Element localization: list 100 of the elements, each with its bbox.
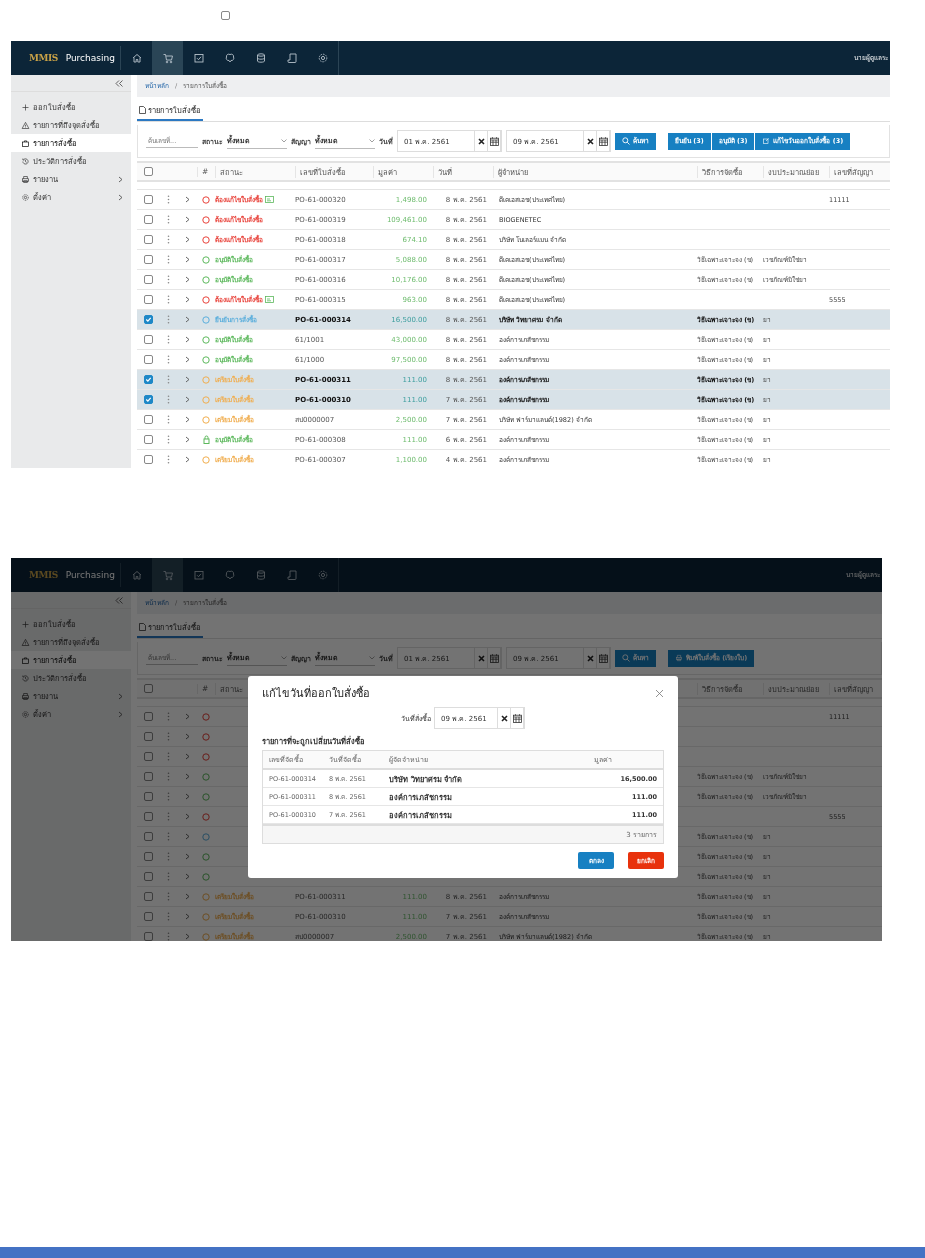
checkbox[interactable] [143, 832, 153, 841]
caret-icon [369, 655, 375, 660]
calendar-icon[interactable] [598, 653, 608, 663]
expand-icon[interactable] [184, 256, 190, 263]
nav-tab[interactable] [152, 41, 183, 75]
expand-icon[interactable] [184, 276, 190, 283]
search-icon [622, 137, 630, 145]
expand-icon[interactable] [184, 336, 190, 343]
checkbox[interactable] [143, 732, 153, 741]
checkbox[interactable] [143, 315, 153, 324]
checkbox[interactable] [143, 235, 153, 244]
settings-icon [316, 569, 329, 581]
expand-icon[interactable] [184, 813, 190, 820]
search-icon [622, 654, 630, 662]
checkbox[interactable] [143, 852, 153, 861]
checkbox[interactable] [143, 275, 153, 284]
document-icon [139, 106, 146, 114]
more-icon[interactable] [166, 295, 170, 304]
calendar-icon[interactable] [512, 713, 522, 723]
checkbox[interactable] [143, 395, 153, 404]
expand-icon[interactable] [184, 316, 190, 323]
expand-icon[interactable] [184, 436, 190, 443]
more-icon[interactable] [166, 235, 170, 244]
expand-icon[interactable] [184, 773, 190, 780]
checkbox[interactable] [143, 812, 153, 821]
settings-icon [21, 192, 30, 202]
app-title: Purchasing [65, 570, 115, 580]
checkbox[interactable] [143, 712, 153, 721]
expand-icon[interactable] [184, 356, 190, 363]
more-icon[interactable] [166, 255, 170, 264]
warning-icon [21, 120, 30, 130]
more-icon[interactable] [166, 315, 170, 324]
edit-icon [762, 137, 771, 145]
checkbox[interactable] [143, 752, 153, 761]
checkbox[interactable] [143, 892, 153, 901]
checkbox[interactable] [143, 295, 153, 304]
checkbox[interactable] [143, 912, 153, 921]
expand-icon[interactable] [184, 733, 190, 740]
checkbox[interactable] [143, 872, 153, 881]
clear-icon[interactable] [586, 137, 594, 145]
checkbox[interactable] [143, 932, 153, 941]
checkbox[interactable] [143, 435, 153, 444]
more-icon[interactable] [166, 195, 170, 204]
chevron-icon [118, 692, 123, 700]
expand-icon[interactable] [184, 793, 190, 800]
checklist-icon [192, 569, 205, 581]
collapse-icon[interactable] [115, 596, 123, 604]
expand-icon[interactable] [184, 853, 190, 860]
checkbox[interactable] [221, 11, 230, 20]
chevron-icon [118, 175, 123, 183]
app-title: Purchasing [65, 53, 115, 63]
checkbox[interactable] [143, 375, 153, 384]
more-icon[interactable] [166, 355, 170, 364]
more-icon[interactable] [166, 455, 170, 464]
checkbox[interactable] [143, 455, 153, 464]
expand-icon[interactable] [184, 893, 190, 900]
calendar-icon[interactable] [598, 136, 608, 146]
clear-icon[interactable] [477, 137, 485, 145]
checkbox[interactable] [143, 215, 153, 224]
expand-icon[interactable] [184, 416, 190, 423]
document-icon [139, 623, 146, 631]
more-icon[interactable] [166, 375, 170, 384]
expand-icon[interactable] [184, 833, 190, 840]
expand-icon[interactable] [184, 456, 190, 463]
checkbox[interactable] [143, 772, 153, 781]
more-icon[interactable] [166, 215, 170, 224]
checkbox[interactable] [143, 335, 153, 344]
caret-icon [281, 655, 287, 660]
expand-icon[interactable] [184, 713, 190, 720]
expand-icon[interactable] [184, 933, 190, 940]
chevron-icon [118, 193, 123, 201]
expand-icon[interactable] [184, 753, 190, 760]
calendar-icon[interactable] [489, 653, 499, 663]
collapse-icon[interactable] [115, 79, 123, 87]
checkbox[interactable] [143, 167, 153, 176]
checkbox[interactable] [143, 255, 153, 264]
more-icon[interactable] [166, 395, 170, 404]
cart-icon [161, 569, 174, 581]
expand-icon[interactable] [184, 216, 190, 223]
expand-icon[interactable] [184, 376, 190, 383]
more-icon[interactable] [166, 435, 170, 444]
clear-icon[interactable] [500, 714, 508, 722]
more-icon[interactable] [166, 275, 170, 284]
expand-icon[interactable] [184, 196, 190, 203]
expand-icon[interactable] [184, 396, 190, 403]
database-icon [254, 569, 267, 581]
more-icon[interactable] [166, 335, 170, 344]
calendar-icon[interactable] [489, 136, 499, 146]
checkbox[interactable] [143, 792, 153, 801]
logo: MMIS [29, 570, 58, 580]
expand-icon[interactable] [184, 236, 190, 243]
expand-icon[interactable] [184, 913, 190, 920]
expand-icon[interactable] [184, 873, 190, 880]
checkbox[interactable] [143, 355, 153, 364]
expand-icon[interactable] [184, 296, 190, 303]
scroll-icon [285, 569, 298, 581]
checkbox[interactable] [143, 195, 153, 204]
checkbox[interactable] [143, 415, 153, 424]
more-icon[interactable] [166, 415, 170, 424]
checkbox[interactable] [143, 684, 153, 693]
